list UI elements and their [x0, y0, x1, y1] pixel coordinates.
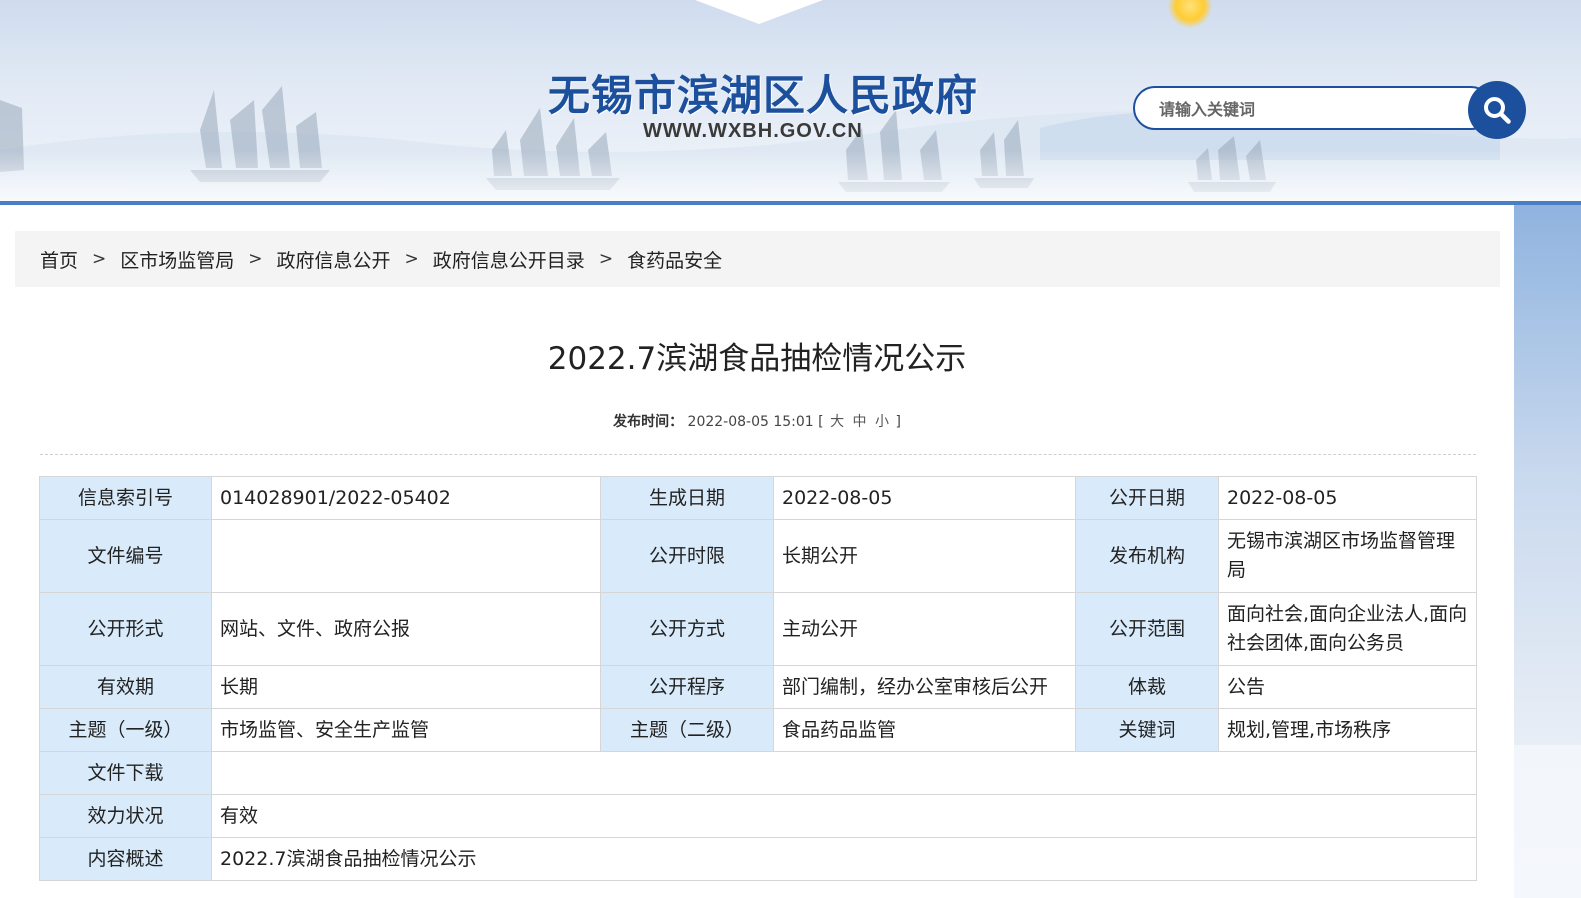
doc-number-value [211, 519, 601, 593]
font-size-medium[interactable]: 中 [853, 414, 867, 430]
publish-time: 2022-08-05 15:01 [687, 414, 814, 430]
status-label: 效力状况 [39, 794, 212, 838]
topic-level1-label: 主题（一级） [39, 708, 212, 752]
public-date-value: 2022-08-05 [1218, 476, 1477, 520]
procedure-label: 公开程序 [600, 665, 774, 709]
issuer-label: 发布机构 [1075, 519, 1219, 593]
procedure-value: 部门编制，经办公室审核后公开 [773, 665, 1076, 709]
breadcrumb-food-drug-safety[interactable]: 食药品安全 [627, 246, 722, 273]
breadcrumb-market-bureau[interactable]: 区市场监管局 [120, 246, 234, 273]
table-row: 内容概述 2022.7滨湖食品抽检情况公示 [39, 837, 1477, 881]
water-reflection [0, 150, 1581, 202]
search-box [1133, 86, 1493, 130]
breadcrumb-info-disclosure[interactable]: 政府信息公开 [277, 246, 391, 273]
created-date-label: 生成日期 [600, 476, 774, 520]
public-date-label: 公开日期 [1075, 476, 1219, 520]
form-label: 公开形式 [39, 592, 212, 666]
genre-label: 体裁 [1075, 665, 1219, 709]
time-limit-value: 长期公开 [773, 519, 1076, 593]
table-row: 主题（一级） 市场监管、安全生产监管 主题（二级） 食品药品监管 关键词 规划,… [39, 708, 1477, 752]
status-value: 有效 [211, 794, 1477, 838]
info-table: 信息索引号 014028901/2022-05402 生成日期 2022-08-… [39, 476, 1477, 881]
topic-level2-label: 主题（二级） [600, 708, 774, 752]
summary-label: 内容概述 [39, 837, 212, 881]
genre-value: 公告 [1218, 665, 1477, 709]
article-title: 2022.7滨湖食品抽检情况公示 [547, 341, 967, 377]
side-decoration [1514, 205, 1581, 745]
doc-number-label: 文件编号 [39, 519, 212, 593]
dashed-divider [40, 454, 1476, 455]
table-row: 效力状况 有效 [39, 794, 1477, 838]
breadcrumb-home[interactable]: 首页 [40, 246, 78, 273]
font-size-small[interactable]: 小 [875, 414, 889, 430]
download-value [211, 751, 1477, 795]
publish-meta: 发布时间： 2022-08-05 15:01 [ 大 中 小 ] [0, 411, 1514, 431]
publish-time-label: 发布时间： [613, 414, 684, 430]
validity-label: 有效期 [39, 665, 212, 709]
issuer-value: 无锡市滨湖区市场监督管理局 [1218, 519, 1477, 593]
site-url: WWW.WXBH.GOV.CN [643, 120, 863, 142]
search-button[interactable] [1468, 81, 1526, 139]
topic-level1-value: 市场监管、安全生产监管 [211, 708, 601, 752]
table-row: 文件编号 公开时限 长期公开 发布机构 无锡市滨湖区市场监督管理局 [39, 519, 1477, 593]
search-input[interactable] [1157, 96, 1461, 122]
download-label: 文件下载 [39, 751, 212, 795]
index-label: 信息索引号 [39, 476, 212, 520]
breadcrumb-separator: > [404, 249, 419, 269]
method-label: 公开方式 [600, 592, 774, 666]
font-size-bracket-close: ] [895, 414, 901, 430]
font-size-bracket-open: [ [818, 414, 824, 430]
search-icon [1484, 97, 1511, 124]
table-row: 文件下载 [39, 751, 1477, 795]
content-panel: 首页 > 区市场监管局 > 政府信息公开 > 政府信息公开目录 > 食药品安全 … [0, 205, 1514, 898]
index-value: 014028901/2022-05402 [211, 476, 601, 520]
breadcrumb: 首页 > 区市场监管局 > 政府信息公开 > 政府信息公开目录 > 食药品安全 [15, 231, 1500, 287]
breadcrumb-separator: > [598, 249, 614, 269]
site-title[interactable]: 无锡市滨湖区人民政府 [548, 62, 978, 123]
keyword-value: 规划,管理,市场秩序 [1218, 708, 1477, 752]
keyword-label: 关键词 [1075, 708, 1219, 752]
method-value: 主动公开 [773, 592, 1076, 666]
created-date-value: 2022-08-05 [773, 476, 1076, 520]
time-limit-label: 公开时限 [600, 519, 774, 593]
breadcrumb-separator: > [248, 249, 263, 269]
validity-value: 长期 [211, 665, 601, 709]
table-row: 公开形式 网站、文件、政府公报 公开方式 主动公开 公开范围 面向社会,面向企业… [39, 592, 1477, 666]
breadcrumb-disclosure-catalog[interactable]: 政府信息公开目录 [433, 246, 585, 273]
topic-level2-value: 食品药品监管 [773, 708, 1076, 752]
scope-label: 公开范围 [1075, 592, 1219, 666]
breadcrumb-separator: > [92, 249, 107, 269]
scope-value: 面向社会,面向企业法人,面向社会团体,面向公务员 [1218, 592, 1477, 666]
table-row: 有效期 长期 公开程序 部门编制，经办公室审核后公开 体裁 公告 [39, 665, 1477, 709]
table-row: 信息索引号 014028901/2022-05402 生成日期 2022-08-… [39, 476, 1477, 520]
form-value: 网站、文件、政府公报 [211, 592, 601, 666]
header-banner: 无锡市滨湖区人民政府 WWW.WXBH.GOV.CN [0, 0, 1581, 202]
font-size-large[interactable]: 大 [830, 414, 844, 430]
summary-value: 2022.7滨湖食品抽检情况公示 [211, 837, 1477, 881]
